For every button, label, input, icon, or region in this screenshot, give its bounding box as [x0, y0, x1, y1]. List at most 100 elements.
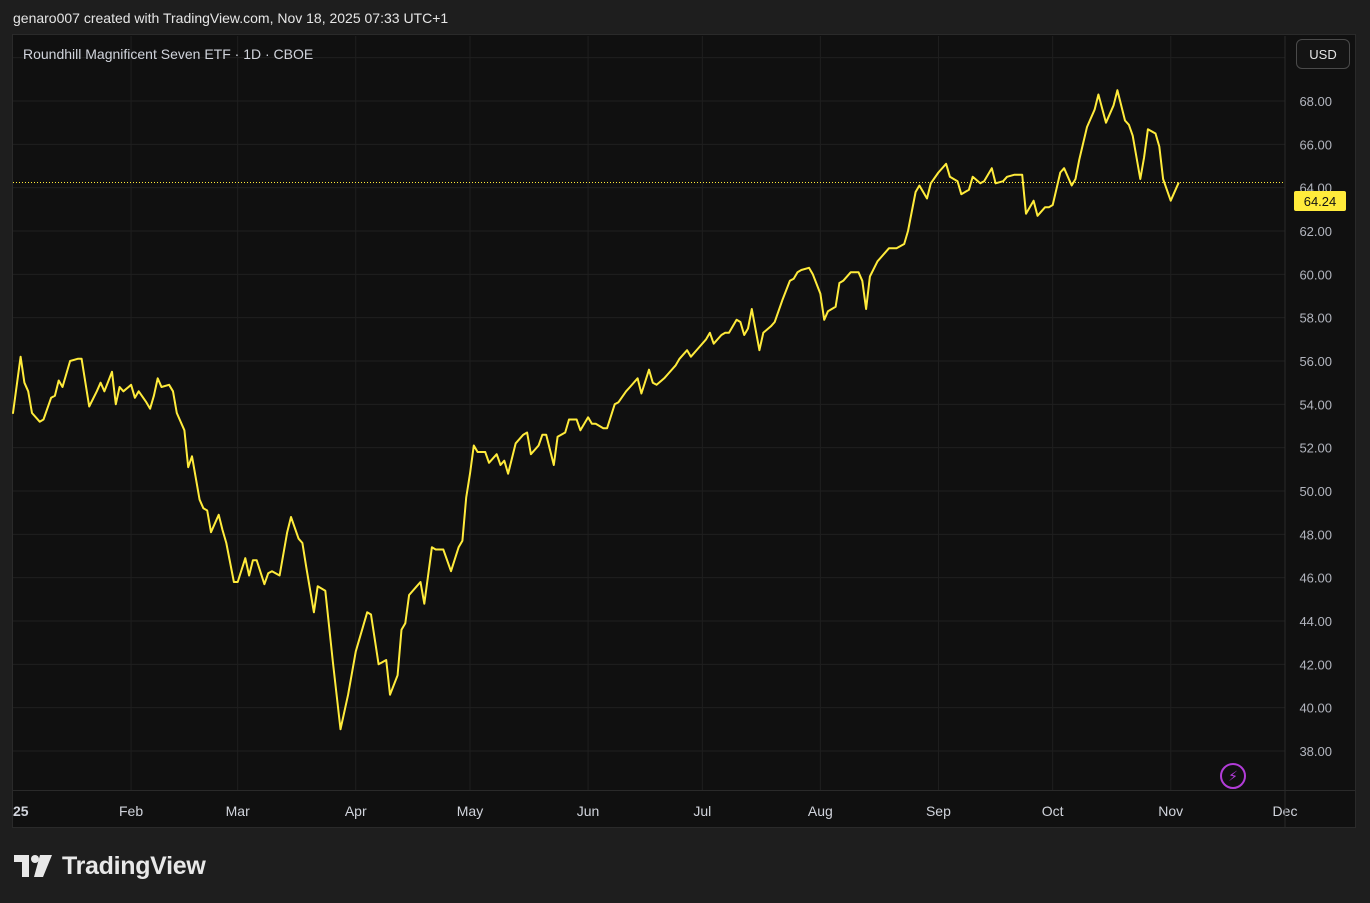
data-point [1105, 122, 1106, 123]
series-line [12, 89, 1180, 731]
data-point [401, 629, 402, 630]
data-point [1060, 172, 1061, 173]
data-point [111, 371, 112, 372]
y-tick-label: 46.00 [1299, 571, 1332, 586]
data-point [626, 391, 627, 392]
data-point [546, 434, 547, 435]
data-point [378, 664, 379, 665]
data-point [370, 614, 371, 615]
data-point [363, 625, 364, 626]
x-tick-label: May [457, 803, 483, 819]
data-point [812, 274, 813, 275]
data-point [344, 711, 345, 712]
data-point [43, 419, 44, 420]
data-point [104, 391, 105, 392]
data-point [980, 183, 981, 184]
data-point [949, 176, 950, 177]
data-point [245, 558, 246, 559]
data-point [736, 319, 737, 320]
data-point [325, 590, 326, 591]
data-point [89, 406, 90, 407]
data-point [896, 248, 897, 249]
data-point [1178, 183, 1179, 184]
data-point [740, 321, 741, 322]
data-point [827, 311, 828, 312]
data-point [542, 434, 543, 435]
data-point [191, 456, 192, 457]
data-point [888, 248, 889, 249]
data-point [1003, 181, 1004, 182]
data-point [713, 343, 714, 344]
data-point [1113, 105, 1114, 106]
data-point [523, 434, 524, 435]
data-point [157, 378, 158, 379]
data-point [287, 532, 288, 533]
data-point [290, 516, 291, 517]
data-point [100, 382, 101, 383]
data-point [431, 547, 432, 548]
x-tick-label: Feb [119, 803, 143, 819]
brand-wordmark: TradingView [62, 851, 206, 880]
data-point [271, 571, 272, 572]
y-tick-label: 60.00 [1299, 267, 1332, 282]
data-point [397, 675, 398, 676]
data-point [20, 356, 21, 357]
data-point [150, 408, 151, 409]
data-point [515, 443, 516, 444]
x-tick-label: 25 [13, 803, 29, 819]
data-point [169, 384, 170, 385]
x-tick-label: Apr [345, 803, 367, 819]
lightning-bolt-icon[interactable]: ⚡ [1220, 763, 1246, 789]
data-point [134, 397, 135, 398]
data-point [789, 280, 790, 281]
data-point [850, 272, 851, 273]
data-point [252, 560, 253, 561]
data-point [587, 417, 588, 418]
x-tick-label: Mar [226, 803, 250, 819]
data-point [462, 540, 463, 541]
data-point [725, 332, 726, 333]
tradingview-logo-icon [14, 855, 52, 877]
data-point [763, 332, 764, 333]
data-point [443, 549, 444, 550]
data-point [1132, 135, 1133, 136]
data-point [81, 358, 82, 359]
data-point [176, 412, 177, 413]
y-tick-label: 44.00 [1299, 614, 1332, 629]
data-point [1147, 129, 1148, 130]
y-tick-label: 62.00 [1299, 224, 1332, 239]
data-point [698, 347, 699, 348]
x-tick-label: Aug [808, 803, 833, 819]
data-point [386, 659, 387, 660]
data-point [565, 432, 566, 433]
data-point [1022, 174, 1023, 175]
data-point [237, 581, 238, 582]
data-point [557, 436, 558, 437]
data-point [408, 594, 409, 595]
data-point [473, 445, 474, 446]
y-tick-label: 40.00 [1299, 701, 1332, 716]
x-tick-label: Sep [926, 803, 951, 819]
data-point [706, 339, 707, 340]
data-point [728, 332, 729, 333]
symbol-title[interactable]: Roundhill Magnificent Seven ETF · 1D · C… [23, 46, 313, 62]
data-point [709, 332, 710, 333]
data-point [865, 308, 866, 309]
data-point [496, 454, 497, 455]
data-point [1037, 215, 1038, 216]
data-point [1048, 207, 1049, 208]
data-point [603, 428, 604, 429]
data-point [652, 382, 653, 383]
data-point [1086, 126, 1087, 127]
price-chart[interactable]: 38.00 40.00 42.00 44.00 46.00 48.00 50.00 52.00… [0, 0, 1370, 903]
data-point [203, 508, 204, 509]
data-point [1163, 178, 1164, 179]
data-point [1025, 213, 1026, 214]
currency-button[interactable]: USD [1296, 39, 1350, 69]
data-point [184, 430, 185, 431]
data-point [930, 183, 931, 184]
tradingview-logo[interactable]: TradingView [14, 851, 206, 881]
data-point [31, 412, 32, 413]
data-point [115, 404, 116, 405]
data-point [458, 547, 459, 548]
